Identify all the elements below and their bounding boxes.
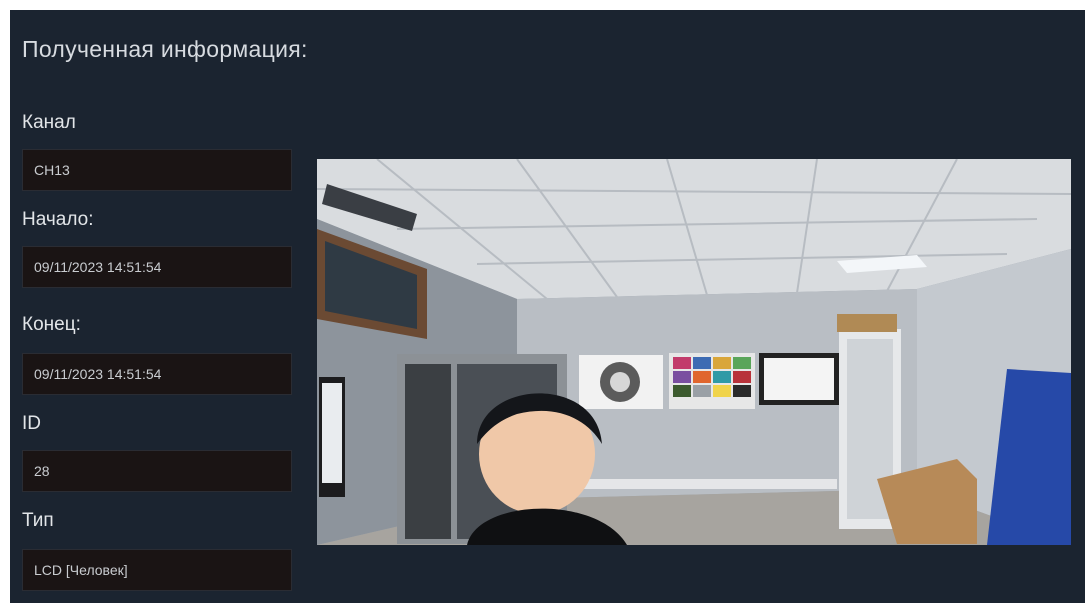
panel-title: Полученная информация: <box>22 36 308 62</box>
channel-label: Канал <box>22 112 76 133</box>
info-panel: Полученная информация: Канал CH13 Начало… <box>10 10 1085 603</box>
type-field: LCD [Человек] <box>22 549 292 591</box>
end-label: Конец: <box>22 314 81 335</box>
snapshot-image[interactable] <box>317 159 1071 545</box>
channel-field: CH13 <box>22 149 292 191</box>
start-label: Начало: <box>22 209 94 230</box>
start-time-field: 09/11/2023 14:51:54 <box>22 246 292 288</box>
end-time-field: 09/11/2023 14:51:54 <box>22 353 292 395</box>
id-field: 28 <box>22 450 292 492</box>
type-label: Тип <box>22 510 54 531</box>
id-label: ID <box>22 413 41 434</box>
